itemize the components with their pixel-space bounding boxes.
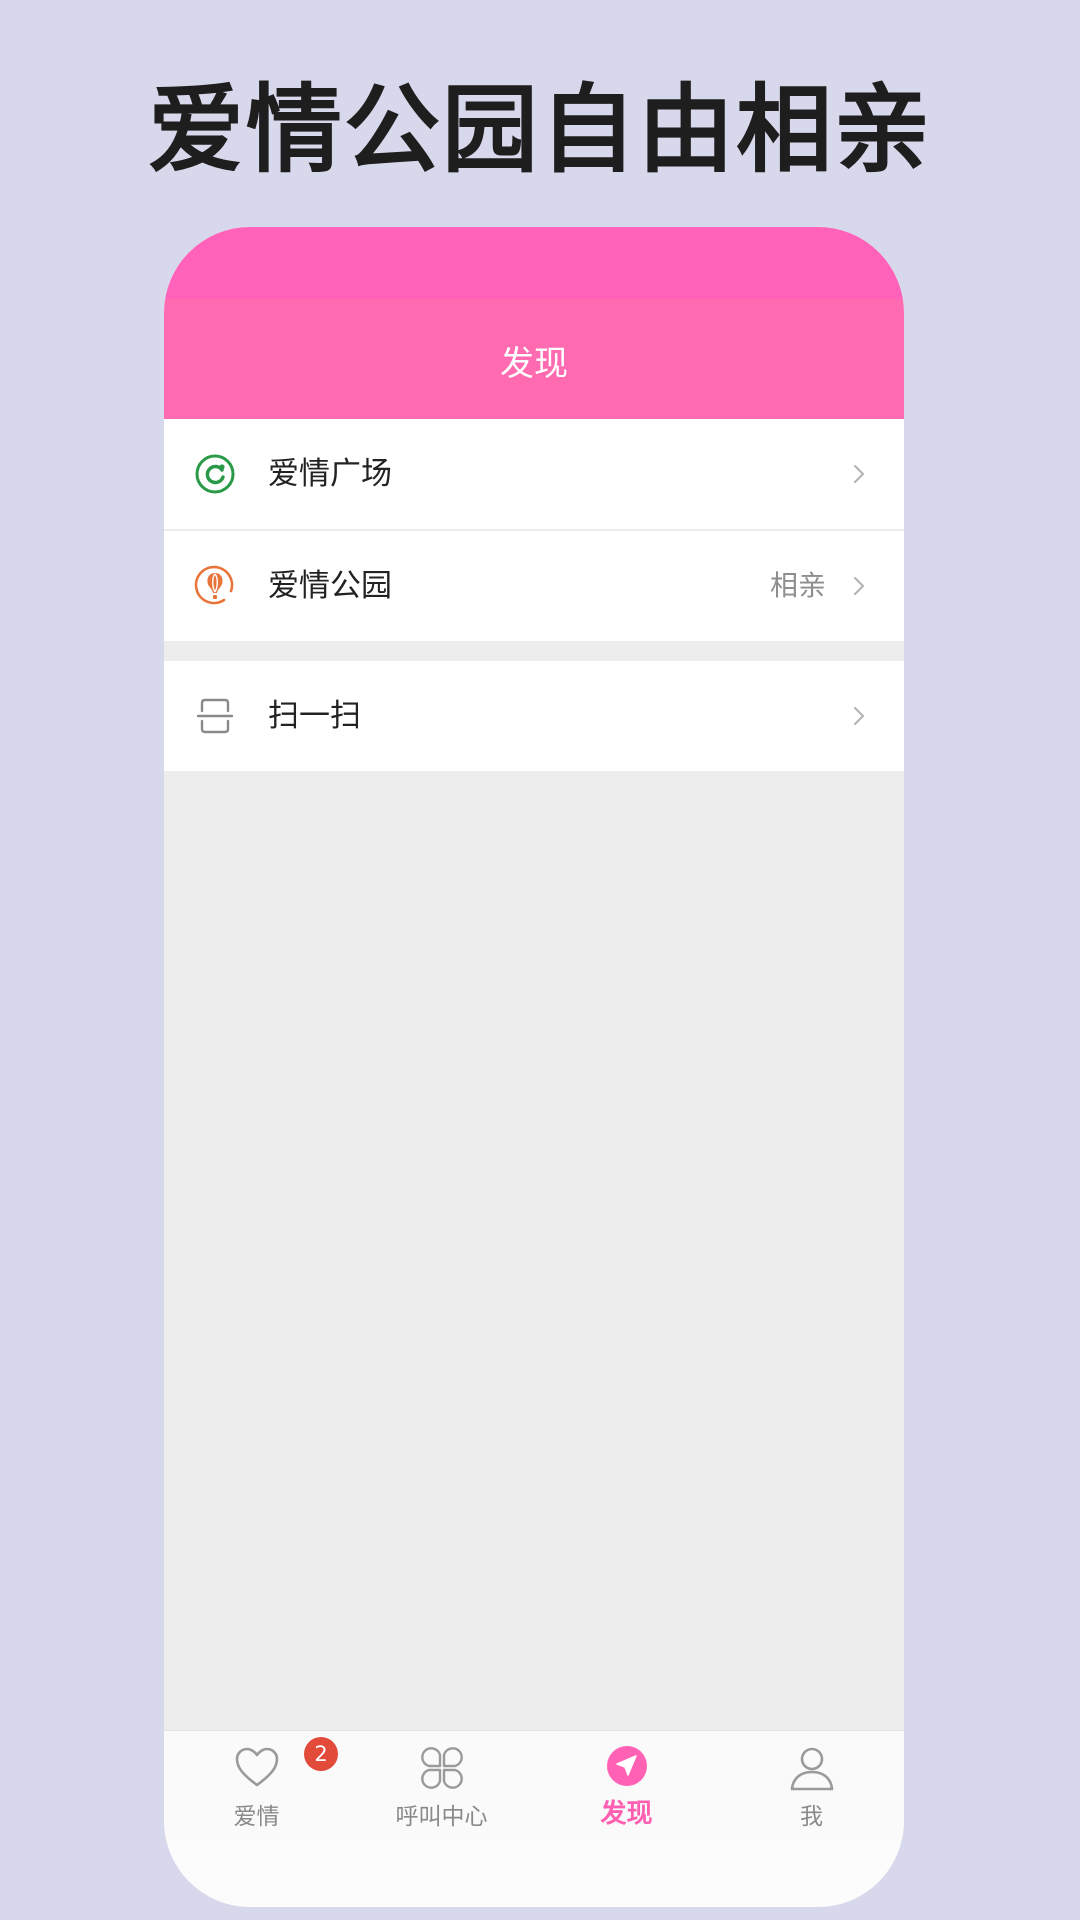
heart-icon bbox=[235, 1747, 279, 1787]
chevron-right-icon bbox=[853, 464, 865, 484]
tab-label: 发现 bbox=[600, 1799, 653, 1829]
notification-badge: 2 bbox=[304, 1737, 338, 1771]
menu-item-scan[interactable]: 扫一扫 bbox=[164, 661, 904, 771]
phone-screen: 发现 爱情广场 爱情公园 相亲 扫一扫 2 爱情 呼叫中心 发现 我 bbox=[164, 227, 904, 1907]
refresh-circle-icon bbox=[195, 454, 235, 494]
menu-item-label: 扫一扫 bbox=[268, 698, 361, 734]
tab-call-center[interactable]: 呼叫中心 bbox=[349, 1731, 534, 1841]
menu-item-tag: 相亲 bbox=[769, 569, 826, 602]
status-bar bbox=[164, 227, 904, 299]
scan-icon bbox=[196, 698, 234, 734]
tab-label: 呼叫中心 bbox=[395, 1804, 488, 1830]
user-icon bbox=[790, 1747, 834, 1791]
menu-item-love-square[interactable]: 爱情广场 bbox=[164, 419, 904, 529]
grid-petals-icon bbox=[421, 1747, 463, 1789]
tab-discover[interactable]: 发现 bbox=[534, 1731, 719, 1841]
menu-group-primary: 爱情广场 爱情公园 相亲 bbox=[164, 419, 904, 641]
promo-headline: 爱情公园自由相亲 bbox=[148, 74, 932, 186]
menu-group-tools: 扫一扫 bbox=[164, 661, 904, 771]
chevron-right-icon bbox=[853, 706, 865, 726]
hot-air-balloon-icon bbox=[194, 565, 234, 605]
chevron-right-icon bbox=[853, 576, 865, 596]
menu-item-love-park[interactable]: 爱情公园 相亲 bbox=[164, 531, 904, 641]
menu-item-label: 爱情广场 bbox=[268, 456, 392, 492]
bottom-tab-bar: 2 爱情 呼叫中心 发现 我 bbox=[164, 1730, 904, 1841]
compass-send-icon bbox=[607, 1746, 647, 1786]
discover-content: 爱情广场 爱情公园 相亲 扫一扫 bbox=[164, 419, 904, 1730]
menu-item-label: 爱情公园 bbox=[268, 568, 392, 604]
navigation-bar: 发现 bbox=[164, 299, 904, 419]
tab-love[interactable]: 2 爱情 bbox=[164, 1731, 349, 1841]
tab-me[interactable]: 我 bbox=[719, 1731, 904, 1841]
tab-label: 爱情 bbox=[233, 1804, 280, 1830]
tab-label: 我 bbox=[800, 1804, 823, 1830]
page-title: 发现 bbox=[500, 344, 568, 384]
